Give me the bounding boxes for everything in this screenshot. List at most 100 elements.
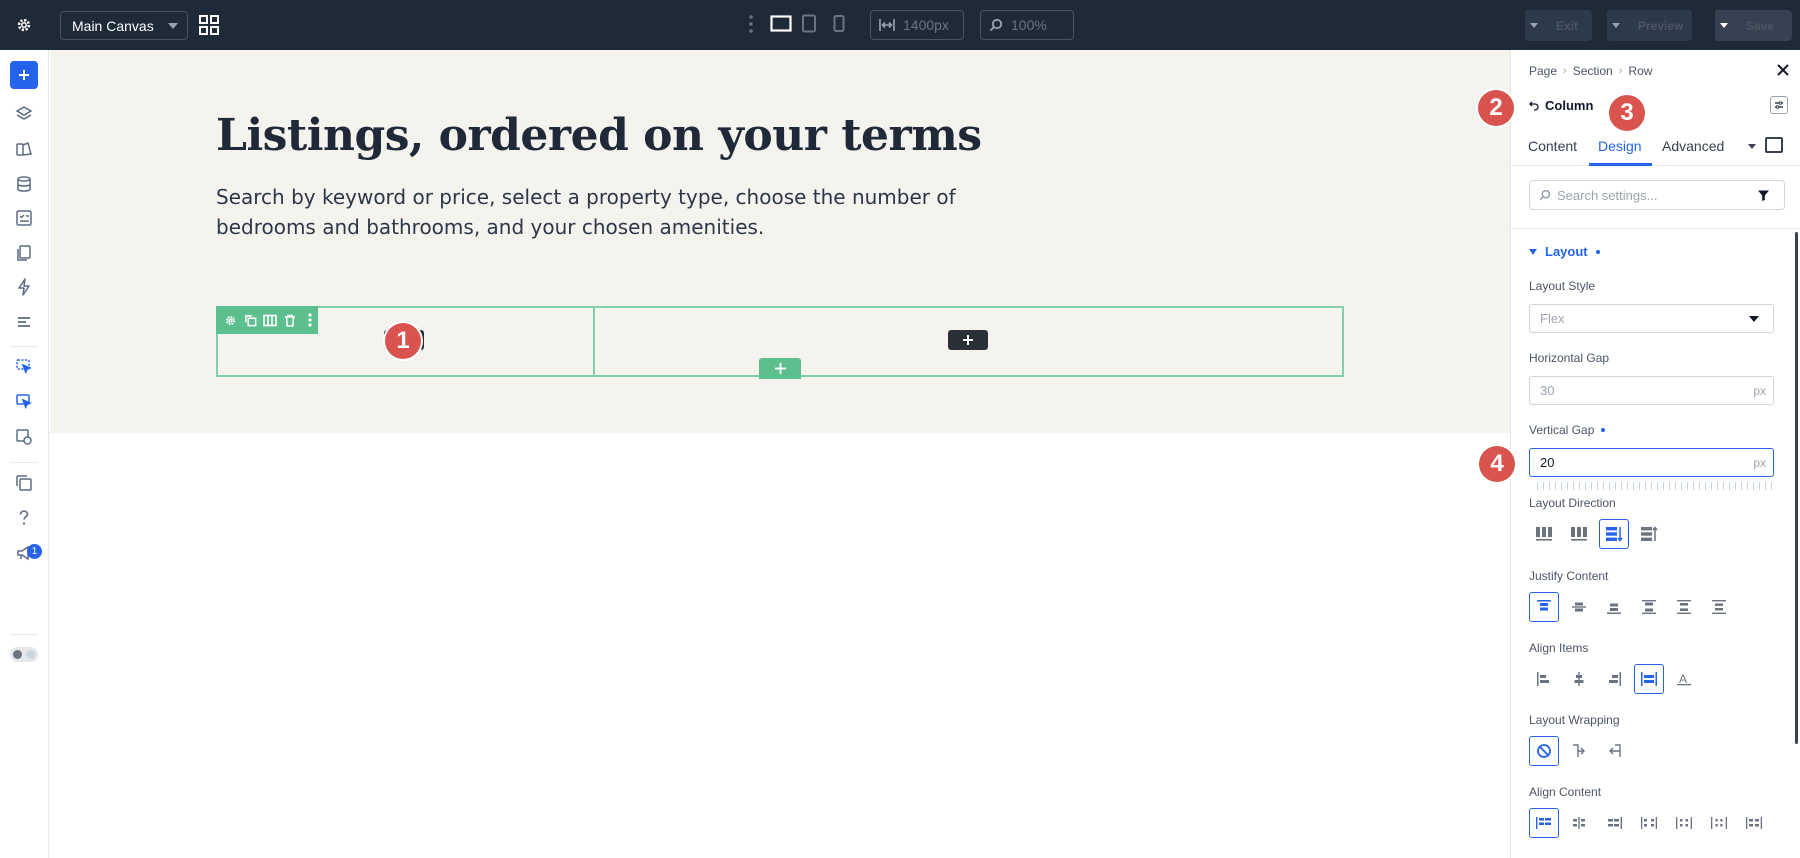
wireframe-view-icon[interactable]	[1765, 137, 1783, 153]
zoom-field[interactable]: 100%	[980, 10, 1074, 40]
duplicate-icon[interactable]	[242, 312, 258, 329]
align-start-icon[interactable]	[1529, 664, 1559, 694]
forms-icon[interactable]	[13, 207, 35, 229]
click-cursor-icon[interactable]	[13, 356, 35, 378]
theme-builder-icon[interactable]	[13, 138, 35, 160]
preview-dropdown-icon[interactable]	[1606, 10, 1624, 41]
align-baseline-icon[interactable]: A	[1669, 664, 1699, 694]
align-content-space-between-icon[interactable]	[1634, 808, 1664, 838]
page-description[interactable]: Search by keyword or price, select a pro…	[216, 182, 1036, 242]
layout-direction-label: Layout Direction	[1529, 496, 1616, 510]
justify-start-icon[interactable]	[1529, 592, 1559, 622]
direction-row-icon[interactable]	[1529, 519, 1559, 549]
more-vertical-icon[interactable]	[748, 14, 754, 39]
justify-end-icon[interactable]	[1599, 592, 1629, 622]
justify-space-around-icon[interactable]	[1669, 592, 1699, 622]
layout-style-select[interactable]: Flex	[1529, 304, 1774, 333]
chevron-down-icon[interactable]	[1748, 144, 1756, 149]
justify-content-options	[1529, 592, 1734, 622]
help-icon[interactable]	[13, 507, 35, 529]
pages-icon[interactable]	[13, 242, 35, 264]
align-items-options: A	[1529, 664, 1699, 694]
align-content-start-icon[interactable]	[1529, 808, 1559, 838]
tab-design[interactable]: Design	[1598, 138, 1642, 154]
breadcrumb-row[interactable]: Row	[1628, 64, 1652, 78]
layout-section-header[interactable]: Layout	[1529, 244, 1600, 259]
lightning-icon[interactable]	[13, 276, 35, 298]
add-module-button[interactable]	[948, 330, 988, 350]
align-center-icon[interactable]	[1564, 664, 1594, 694]
tablet-view-icon[interactable]	[801, 14, 817, 39]
exit-button[interactable]: Exit	[1524, 10, 1592, 41]
divider	[1511, 228, 1800, 229]
wrap-icon[interactable]	[1564, 736, 1594, 766]
align-content-space-around-icon[interactable]	[1669, 808, 1699, 838]
divider	[10, 462, 38, 463]
settings-gear-icon[interactable]	[12, 13, 36, 37]
align-content-stretch-icon[interactable]	[1739, 808, 1769, 838]
plus-icon	[774, 363, 786, 374]
mode-toggle[interactable]	[10, 647, 38, 662]
align-content-label: Align Content	[1529, 785, 1602, 799]
notification-count-badge: 1	[27, 544, 42, 559]
vertical-gap-range-slider[interactable]	[1537, 482, 1773, 490]
row-toolbar	[216, 306, 318, 334]
exit-button-label: Exit	[1556, 18, 1579, 33]
canvas-width-field[interactable]: 1400px	[870, 10, 964, 40]
align-content-space-evenly-icon[interactable]	[1704, 808, 1734, 838]
horizontal-gap-input[interactable]: 30 px	[1529, 376, 1774, 405]
align-content-end-icon[interactable]	[1599, 808, 1629, 838]
row-settings-icon[interactable]	[222, 312, 238, 329]
tab-advanced[interactable]: Advanced	[1662, 138, 1724, 154]
undo-arrow-icon[interactable]	[1529, 101, 1539, 111]
global-presets-icon[interactable]	[13, 472, 35, 494]
panel-scrollbar[interactable]	[1795, 232, 1798, 744]
search-icon	[989, 18, 1003, 32]
page-heading[interactable]: Listings, ordered on your terms	[216, 110, 982, 161]
add-row-button[interactable]	[759, 358, 801, 379]
breadcrumb-page[interactable]: Page	[1529, 64, 1557, 78]
direction-column-reverse-icon[interactable]	[1634, 519, 1664, 549]
canvas-select[interactable]: Main Canvas	[60, 11, 188, 40]
vertical-gap-input[interactable]: 20 px	[1529, 448, 1774, 477]
breadcrumb-section[interactable]: Section	[1573, 64, 1613, 78]
canvas-grid-icon[interactable]	[198, 14, 220, 41]
database-icon[interactable]	[13, 173, 35, 195]
layers-icon[interactable]	[13, 103, 35, 125]
presets-icon[interactable]	[1770, 96, 1788, 114]
columns-icon[interactable]	[262, 312, 278, 329]
trash-icon[interactable]	[282, 312, 298, 329]
justify-space-evenly-icon[interactable]	[1704, 592, 1734, 622]
direction-row-reverse-icon[interactable]	[1564, 519, 1594, 549]
horizontal-gap-unit[interactable]: px	[1753, 384, 1766, 398]
loop-builder-icon[interactable]	[13, 426, 35, 448]
more-vertical-icon[interactable]	[302, 312, 318, 329]
preview-button[interactable]: Preview	[1606, 10, 1692, 41]
settings-search-input[interactable]: Search settings...	[1529, 180, 1785, 210]
align-content-center-icon[interactable]	[1564, 808, 1594, 838]
save-button[interactable]: Save	[1714, 10, 1792, 41]
hero-section[interactable]: Listings, ordered on your terms Search b…	[50, 50, 1510, 433]
column-divider	[593, 308, 595, 375]
close-icon[interactable]	[1776, 63, 1790, 82]
hover-cursor-icon[interactable]	[13, 391, 35, 413]
svg-text:A: A	[1679, 672, 1687, 686]
layout-style-label: Layout Style	[1529, 279, 1596, 293]
vertical-gap-unit[interactable]: px	[1753, 456, 1766, 470]
desktop-view-icon[interactable]	[770, 14, 792, 39]
wrap-reverse-icon[interactable]	[1599, 736, 1629, 766]
add-element-button[interactable]	[10, 61, 38, 89]
save-button-label: Save	[1746, 18, 1775, 33]
justify-center-icon[interactable]	[1564, 592, 1594, 622]
sliders-icon[interactable]	[13, 311, 35, 333]
justify-space-between-icon[interactable]	[1634, 592, 1664, 622]
no-wrap-icon[interactable]	[1529, 736, 1559, 766]
align-end-icon[interactable]	[1599, 664, 1629, 694]
tab-content[interactable]: Content	[1528, 138, 1577, 154]
align-stretch-icon[interactable]	[1634, 664, 1664, 694]
direction-column-icon[interactable]	[1599, 519, 1629, 549]
save-dropdown-icon[interactable]	[1714, 10, 1732, 41]
phone-view-icon[interactable]	[832, 14, 846, 39]
exit-dropdown-icon[interactable]	[1524, 10, 1542, 41]
filter-icon[interactable]	[1757, 189, 1770, 202]
